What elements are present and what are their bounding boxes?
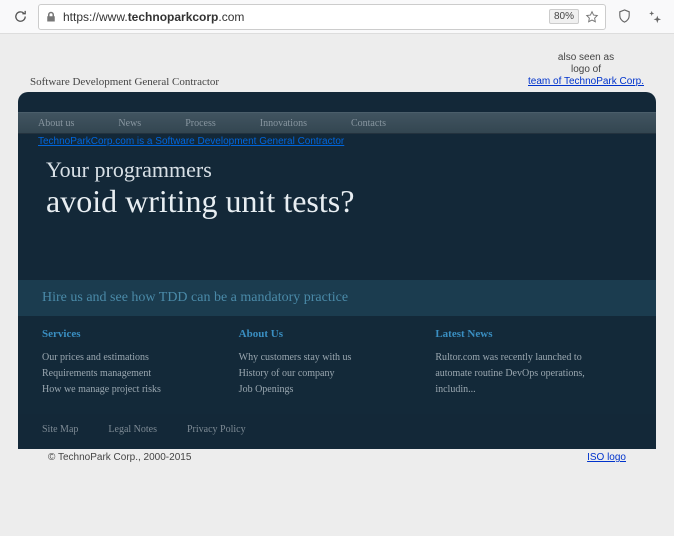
nav-about[interactable]: About us [38, 118, 74, 129]
sparkle-button[interactable] [642, 5, 666, 29]
cta-text: Hire us and see how TDD can be a mandato… [42, 290, 632, 306]
tagline: Software Development General Contractor [30, 76, 219, 88]
bottom-strip: © TechnoPark Corp., 2000-2015 ISO logo [18, 449, 656, 463]
col-services: Services Our prices and estimations Requ… [42, 328, 239, 398]
services-title: Services [42, 328, 219, 340]
star-icon[interactable] [585, 10, 599, 24]
page-header: Software Development General Contractor … [18, 52, 656, 92]
services-link[interactable]: Our prices and estimations [42, 350, 219, 366]
nav-process[interactable]: Process [185, 118, 216, 129]
main-box: About us News Process Innovations Contac… [18, 92, 656, 449]
reload-icon [13, 9, 28, 24]
url-text: https://www.technoparkcorp.com [63, 10, 543, 24]
footer-privacy[interactable]: Privacy Policy [187, 424, 246, 435]
footer-nav: Site Map Legal Notes Privacy Policy [18, 414, 656, 449]
services-link[interactable]: Requirements management [42, 366, 219, 382]
hero-line2: avoid writing unit tests? [46, 183, 628, 220]
shield-icon [617, 9, 632, 24]
nav-innovations[interactable]: Innovations [260, 118, 307, 129]
hero: Your programmers avoid writing unit test… [18, 147, 656, 280]
logo-text: also seen as logo of team of TechnoPark … [528, 52, 644, 88]
about-link[interactable]: Job Openings [239, 382, 416, 398]
nav-news[interactable]: News [118, 118, 141, 129]
columns: Services Our prices and estimations Requ… [18, 316, 656, 414]
nav-contacts[interactable]: Contacts [351, 118, 386, 129]
sparkle-icon [647, 9, 662, 24]
news-text: Rultor.com was recently launched to auto… [435, 350, 612, 398]
browser-toolbar: https://www.technoparkcorp.com 80% [0, 0, 674, 34]
services-link[interactable]: How we manage project risks [42, 382, 219, 398]
lock-icon [45, 11, 57, 23]
hero-line1: Your programmers [46, 157, 628, 183]
shield-button[interactable] [612, 5, 636, 29]
about-link[interactable]: History of our company [239, 366, 416, 382]
col-about: About Us Why customers stay with us Hist… [239, 328, 436, 398]
reload-button[interactable] [8, 5, 32, 29]
nav-bar: About us News Process Innovations Contac… [18, 112, 656, 134]
footer-legal[interactable]: Legal Notes [108, 424, 157, 435]
about-title: About Us [239, 328, 416, 340]
zoom-badge[interactable]: 80% [549, 9, 579, 24]
about-link[interactable]: Why customers stay with us [239, 350, 416, 366]
news-title: Latest News [435, 328, 612, 340]
cta-bar: Hire us and see how TDD can be a mandato… [18, 280, 656, 316]
iso-link[interactable]: ISO logo [587, 452, 626, 463]
logo-link[interactable]: team of TechnoPark Corp. [528, 76, 644, 87]
url-bar[interactable]: https://www.technoparkcorp.com 80% [38, 4, 606, 30]
copyright: © TechnoPark Corp., 2000-2015 [48, 452, 191, 463]
page-content: Software Development General Contractor … [0, 34, 674, 536]
col-news: Latest News Rultor.com was recently laun… [435, 328, 632, 398]
subtitle-link[interactable]: TechnoParkCorp.com is a Software Develop… [18, 134, 348, 147]
footer-sitemap[interactable]: Site Map [42, 424, 78, 435]
